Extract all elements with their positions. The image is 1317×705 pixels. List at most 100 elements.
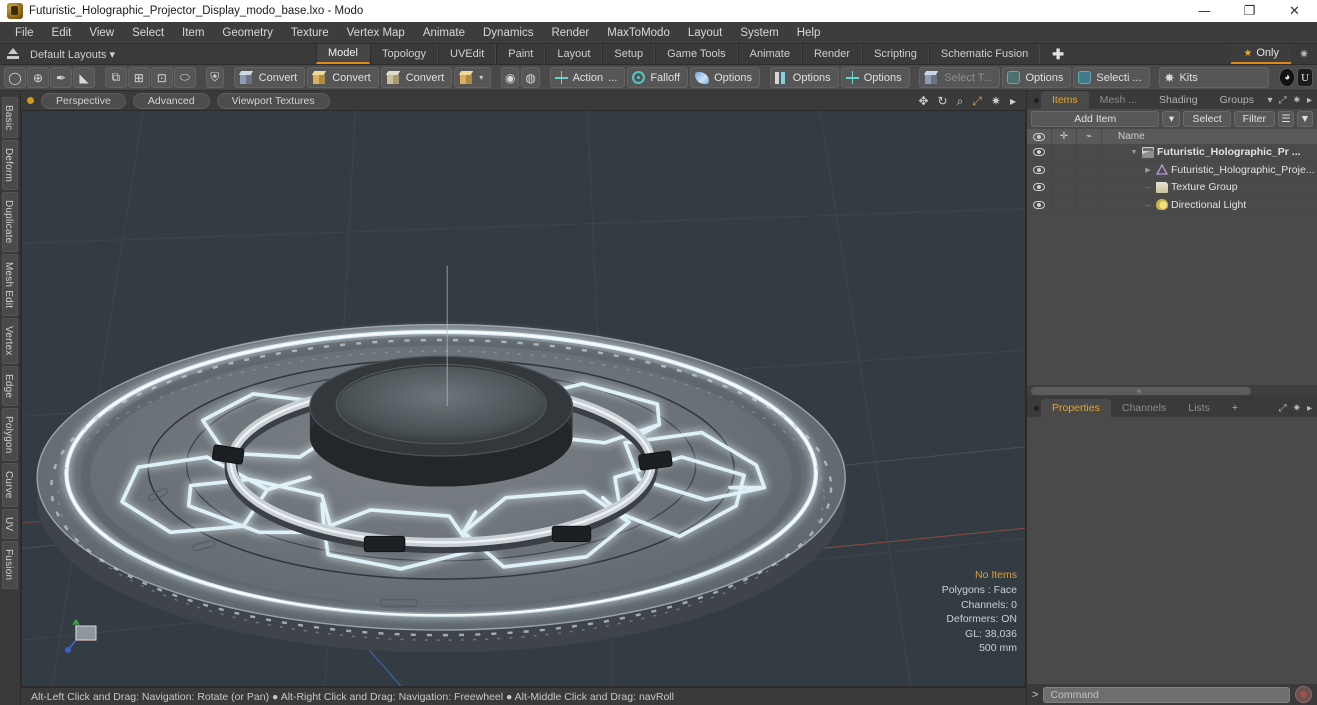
menu-system[interactable]: System bbox=[731, 24, 787, 42]
row-lock-cell[interactable] bbox=[1052, 196, 1077, 214]
shield-icon[interactable]: ⛨ bbox=[205, 67, 224, 88]
vtab-basic[interactable]: Basic bbox=[2, 97, 18, 139]
add-item-dropdown[interactable]: ▾ bbox=[1162, 111, 1181, 127]
vtab-mesh-edit[interactable]: Mesh Edit bbox=[2, 253, 18, 317]
item-list-horizontal-scrollbar[interactable] bbox=[1027, 385, 1317, 396]
menu-file[interactable]: File bbox=[6, 24, 43, 42]
menu-texture[interactable]: Texture bbox=[282, 24, 338, 42]
viewport-textures-dropdown[interactable]: Viewport Textures bbox=[216, 92, 330, 109]
filter-funnel-icon[interactable]: ▼ bbox=[1297, 111, 1313, 127]
convert-dropdown-button[interactable]: ▾ bbox=[454, 67, 492, 88]
kits-button[interactable]: ✸ Kits bbox=[1159, 67, 1270, 88]
menu-help[interactable]: Help bbox=[788, 24, 830, 42]
item-row-mesh[interactable]: ▶ Futuristic_Holographic_Proje... bbox=[1027, 161, 1317, 179]
globe-icon[interactable]: ⊕ bbox=[27, 67, 49, 88]
row-name-cell[interactable]: – Directional Light bbox=[1102, 199, 1317, 211]
row-texture-cell[interactable] bbox=[1077, 196, 1102, 214]
minimize-button[interactable]: — bbox=[1182, 0, 1227, 22]
select-button[interactable]: Select bbox=[1183, 111, 1231, 127]
tab-lists[interactable]: Lists bbox=[1177, 399, 1221, 417]
record-macro-icon[interactable] bbox=[1295, 686, 1312, 703]
row-visibility-toggle[interactable] bbox=[1027, 161, 1052, 179]
select-through-button[interactable]: Select T... bbox=[919, 67, 1001, 88]
scrollbar-thumb[interactable] bbox=[1031, 386, 1251, 395]
convert-button-2[interactable]: Convert bbox=[307, 67, 379, 88]
row-texture-cell[interactable] bbox=[1077, 161, 1102, 179]
mesh-ops-icon[interactable]: ⧉ bbox=[104, 67, 127, 88]
menu-geometry[interactable]: Geometry bbox=[213, 24, 282, 42]
menu-vertex-map[interactable]: Vertex Map bbox=[338, 24, 414, 42]
row-name-cell[interactable]: ▼ Futuristic_Holographic_Pr ... bbox=[1102, 146, 1317, 158]
material-sphere-icon[interactable]: ◉ bbox=[501, 67, 520, 88]
filter-list-icon[interactable]: ☰ bbox=[1278, 111, 1294, 127]
dropdown-caret-icon[interactable]: ▾ bbox=[1268, 95, 1273, 106]
pan-icon[interactable]: ✥ bbox=[918, 95, 928, 107]
rotate-icon[interactable]: ↻ bbox=[938, 95, 948, 107]
menu-select[interactable]: Select bbox=[123, 24, 173, 42]
item-tree-list[interactable]: ✛ ⌁ Name ▼ Futuristic_Holographic_Pr ... bbox=[1027, 129, 1317, 396]
row-lock-cell[interactable] bbox=[1052, 161, 1077, 179]
tab-uvedit[interactable]: UVEdit bbox=[438, 44, 497, 64]
add-item-button[interactable]: Add Item bbox=[1031, 111, 1160, 127]
item-row-directional-light[interactable]: – Directional Light bbox=[1027, 196, 1317, 214]
action-center-button[interactable]: Action ... bbox=[549, 67, 626, 88]
options-bars-button[interactable]: Options bbox=[769, 67, 839, 88]
tab-add[interactable]: + bbox=[1221, 399, 1249, 417]
material-sphere-alt-icon[interactable]: ◍ bbox=[521, 67, 540, 88]
row-name-cell[interactable]: ▶ Futuristic_Holographic_Proje... bbox=[1102, 164, 1317, 176]
row-texture-cell[interactable] bbox=[1077, 144, 1102, 161]
menu-render[interactable]: Render bbox=[542, 24, 598, 42]
viewport-settings-icon[interactable]: ✷ bbox=[991, 95, 1001, 107]
circle-icon[interactable]: ◯ bbox=[4, 67, 26, 88]
tab-channels[interactable]: Channels bbox=[1111, 399, 1177, 417]
close-button[interactable]: ✕ bbox=[1272, 0, 1317, 22]
more-icon[interactable]: ▸ bbox=[1307, 95, 1312, 106]
expand-icon[interactable]: ⤢ bbox=[1279, 403, 1287, 414]
tab-game-tools[interactable]: Game Tools bbox=[655, 44, 738, 64]
filter-button[interactable]: Filter bbox=[1233, 111, 1275, 127]
tab-properties[interactable]: Properties bbox=[1041, 399, 1111, 417]
tab-layout[interactable]: Layout bbox=[545, 44, 603, 64]
vtab-edge[interactable]: Edge bbox=[2, 365, 18, 406]
vtab-duplicate[interactable]: Duplicate bbox=[2, 192, 18, 252]
menu-layout[interactable]: Layout bbox=[679, 24, 732, 42]
chevron-down-icon[interactable]: ▼ bbox=[1129, 149, 1139, 156]
chevron-right-icon[interactable]: ▶ bbox=[1143, 166, 1153, 174]
array-icon[interactable]: ⊞ bbox=[127, 67, 150, 88]
vtab-vertex[interactable]: Vertex bbox=[2, 318, 18, 364]
tab-scripting[interactable]: Scripting bbox=[862, 44, 929, 64]
properties-content[interactable] bbox=[1027, 417, 1317, 684]
menu-animate[interactable]: Animate bbox=[414, 24, 474, 42]
menu-dynamics[interactable]: Dynamics bbox=[474, 24, 542, 42]
item-row-texture-group[interactable]: – Texture Group bbox=[1027, 178, 1317, 197]
more-icon[interactable]: ▸ bbox=[1010, 95, 1016, 107]
tab-mesh[interactable]: Mesh ... bbox=[1089, 91, 1148, 109]
options-swoop-button[interactable]: Options bbox=[690, 67, 761, 88]
home-icon[interactable] bbox=[6, 47, 20, 61]
unreal-sphere-icon[interactable]: ◕ bbox=[1279, 68, 1296, 87]
menu-edit[interactable]: Edit bbox=[43, 24, 81, 42]
options-cross-button[interactable]: Options bbox=[840, 67, 910, 88]
ellipse-icon[interactable]: ⬭ bbox=[173, 67, 196, 88]
row-visibility-toggle[interactable] bbox=[1027, 144, 1052, 161]
menu-maxtomodo[interactable]: MaxToModo bbox=[598, 24, 679, 42]
command-input[interactable] bbox=[1043, 686, 1290, 703]
vtab-fusion[interactable]: Fusion bbox=[2, 541, 18, 589]
item-row-root[interactable]: ▼ Futuristic_Holographic_Pr ... bbox=[1027, 144, 1317, 162]
frame-icon[interactable]: ⊡ bbox=[150, 67, 173, 88]
fit-icon[interactable]: ⤢ bbox=[972, 95, 982, 107]
3d-viewport[interactable]: No Items Polygons : Face Channels: 0 Def… bbox=[21, 110, 1026, 687]
convert-button-1[interactable]: Convert bbox=[233, 67, 306, 88]
sculpt-icon[interactable]: ◣ bbox=[73, 67, 95, 88]
tab-topology[interactable]: Topology bbox=[369, 44, 439, 64]
viewport-projection-dropdown[interactable]: Perspective bbox=[41, 92, 126, 109]
only-toggle[interactable]: ★ Only bbox=[1231, 44, 1291, 64]
selection-set-button[interactable]: Selecti ... bbox=[1073, 67, 1150, 88]
viewport-shading-dropdown[interactable]: Advanced bbox=[132, 92, 210, 109]
falloff-button[interactable]: Falloff bbox=[627, 67, 689, 88]
row-visibility-toggle[interactable] bbox=[1027, 196, 1052, 214]
tab-groups[interactable]: Groups bbox=[1209, 91, 1265, 109]
expand-icon[interactable]: ⤢ bbox=[1279, 95, 1287, 106]
row-visibility-toggle[interactable] bbox=[1027, 178, 1052, 196]
convert-button-3[interactable]: Convert bbox=[380, 67, 453, 88]
